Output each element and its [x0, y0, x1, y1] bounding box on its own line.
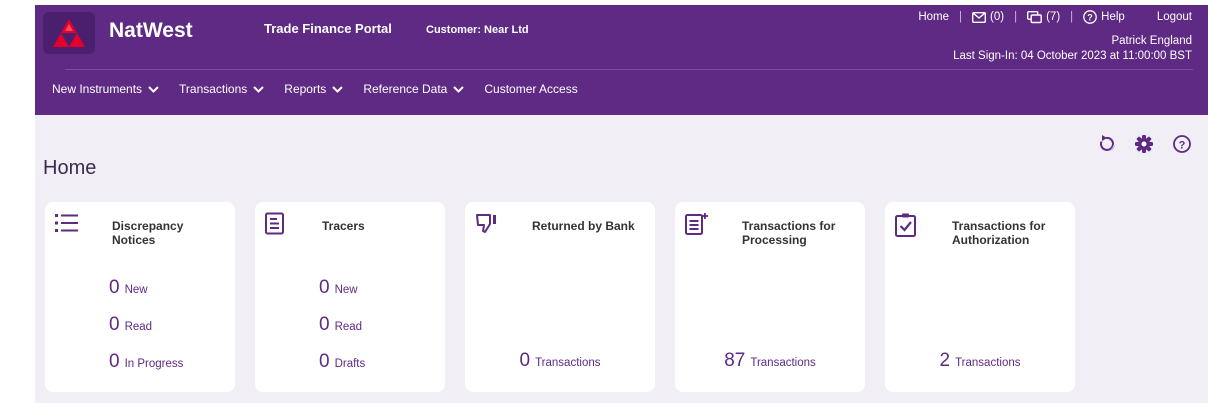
count-label: New: [334, 284, 358, 296]
nav-label: New Instruments: [52, 82, 143, 96]
user-name: Patrick England: [1111, 35, 1192, 47]
total-label: Transactions: [750, 357, 816, 369]
chevron-down-icon: [148, 85, 159, 93]
list-icon: [55, 214, 78, 232]
natwest-logo-icon: [53, 19, 85, 47]
mail-icon: [972, 11, 987, 23]
nav-customer-access[interactable]: Customer Access: [484, 82, 577, 96]
chevron-down-icon: [253, 85, 264, 93]
separator: |: [1014, 11, 1018, 23]
count-value: 0: [109, 314, 120, 335]
nav-label: Reports: [284, 82, 327, 96]
count-row[interactable]: 0 In Progress: [109, 351, 183, 373]
mail-count: (0): [990, 11, 1005, 23]
count-value: 0: [109, 351, 120, 372]
count-row[interactable]: 0 Read: [109, 314, 183, 336]
count-label: In Progress: [124, 358, 184, 370]
count-row[interactable]: 0 New: [319, 277, 365, 299]
card-rows: 0 New 0 Read 0 Drafts: [319, 277, 365, 388]
card-discrepancy-notices[interactable]: Discrepancy Notices 0 New 0 Read 0 In Progr…: [45, 202, 235, 392]
count-value: 0: [109, 277, 120, 298]
messages-count: (7): [1046, 11, 1061, 23]
help-link[interactable]: ? Help: [1083, 10, 1125, 24]
separator: |: [959, 11, 963, 23]
nav-new-instruments[interactable]: New Instruments: [52, 82, 159, 96]
svg-text:?: ?: [1087, 13, 1093, 23]
card-title: Returned by Bank: [532, 219, 635, 233]
card-rows: 0 New 0 Read 0 In Progress: [109, 277, 183, 388]
help-icon: ?: [1173, 135, 1191, 153]
refresh-icon: [1100, 135, 1115, 151]
app-frame: NatWest Trade Finance Portal Customer: Ne…: [0, 0, 1208, 403]
total-value: 87: [724, 350, 746, 371]
total-value: 2: [939, 350, 951, 371]
document-icon: [265, 212, 284, 235]
count-value: 0: [319, 277, 330, 298]
count-label: Read: [124, 321, 153, 333]
card-total[interactable]: 87 Transactions: [675, 350, 865, 387]
settings-gear-icon: [1135, 135, 1153, 153]
home-link[interactable]: Home: [918, 11, 949, 23]
messages-link[interactable]: (7): [1027, 10, 1061, 24]
card-tracers[interactable]: Tracers 0 New 0 Read 0 Drafts: [255, 202, 445, 392]
customer-name: Near Ltd: [484, 24, 529, 36]
page-toolbar: ?: [1079, 133, 1193, 155]
card-returned-by-bank[interactable]: Returned by Bank 0 Transactions: [465, 202, 655, 392]
nav-label: Customer Access: [484, 82, 578, 96]
card-transactions-for-processing[interactable]: Transactions for Processing 87 Transactio…: [675, 202, 865, 392]
portal-title: Trade Finance Portal: [264, 21, 392, 36]
logout-link[interactable]: Logout: [1157, 11, 1192, 23]
count-value: 0: [319, 314, 330, 335]
app-header: NatWest Trade Finance Portal Customer: Ne…: [35, 5, 1208, 115]
chevron-down-icon: [453, 85, 465, 93]
brand-name: NatWest: [109, 19, 193, 42]
card-title: Transactions for Authorization: [952, 219, 1046, 247]
nav-reports[interactable]: Reports: [284, 82, 344, 96]
help-button[interactable]: ?: [1171, 133, 1193, 155]
total-value: 0: [519, 350, 531, 371]
count-row[interactable]: 0 Drafts: [319, 351, 365, 373]
thumbs-down-icon: [476, 214, 496, 233]
checklist-icon: [895, 213, 916, 237]
svg-text:?: ?: [1179, 140, 1186, 152]
customer-label: Customer:: [426, 24, 482, 36]
total-label: Transactions: [535, 357, 601, 369]
header-divider: [65, 69, 1193, 70]
chat-icon: [1027, 10, 1042, 23]
card-total[interactable]: 2 Transactions: [885, 350, 1075, 387]
help-label: Help: [1101, 11, 1125, 23]
count-label: New: [124, 284, 148, 296]
main-nav: New Instruments Transactions Reports Ref…: [52, 82, 598, 96]
separator: |: [1070, 11, 1074, 23]
main-content: Home ? Discrepancy Notices 0 New 0 Read 0I…: [35, 115, 1208, 403]
page-title: Home: [43, 157, 97, 179]
mail-link[interactable]: (0): [972, 11, 1004, 23]
count-label: Drafts: [334, 358, 366, 370]
card-title: Tracers: [322, 219, 365, 233]
card-transactions-for-authorization[interactable]: Transactions for Authorization 2 Transact…: [885, 202, 1075, 392]
nav-reference-data[interactable]: Reference Data: [363, 82, 465, 96]
settings-button[interactable]: [1133, 133, 1155, 155]
nav-label: Reference Data: [363, 82, 448, 96]
nav-label: Transactions: [179, 82, 248, 96]
count-row[interactable]: 0 Read: [319, 314, 365, 336]
card-title: Discrepancy Notices: [112, 219, 184, 247]
refresh-button[interactable]: [1095, 133, 1117, 155]
card-total[interactable]: 0 Transactions: [465, 350, 655, 387]
nav-transactions[interactable]: Transactions: [179, 82, 264, 96]
total-label: Transactions: [955, 357, 1021, 369]
document-plus-icon: [685, 213, 708, 235]
customer-info: Customer: Near Ltd: [426, 24, 529, 36]
count-row[interactable]: 0 New: [109, 277, 183, 299]
count-label: Read: [334, 321, 363, 333]
last-sign-in: Last Sign-In: 04 October 2023 at 11:00:0…: [953, 50, 1192, 62]
natwest-logo[interactable]: [43, 12, 95, 54]
count-value: 0: [319, 351, 330, 372]
help-circle-icon: ?: [1083, 10, 1098, 24]
top-links: Home | (0) | (7) | ? Help Logout: [918, 10, 1192, 24]
card-title: Transactions for Processing: [742, 219, 836, 247]
chevron-down-icon: [332, 85, 344, 93]
